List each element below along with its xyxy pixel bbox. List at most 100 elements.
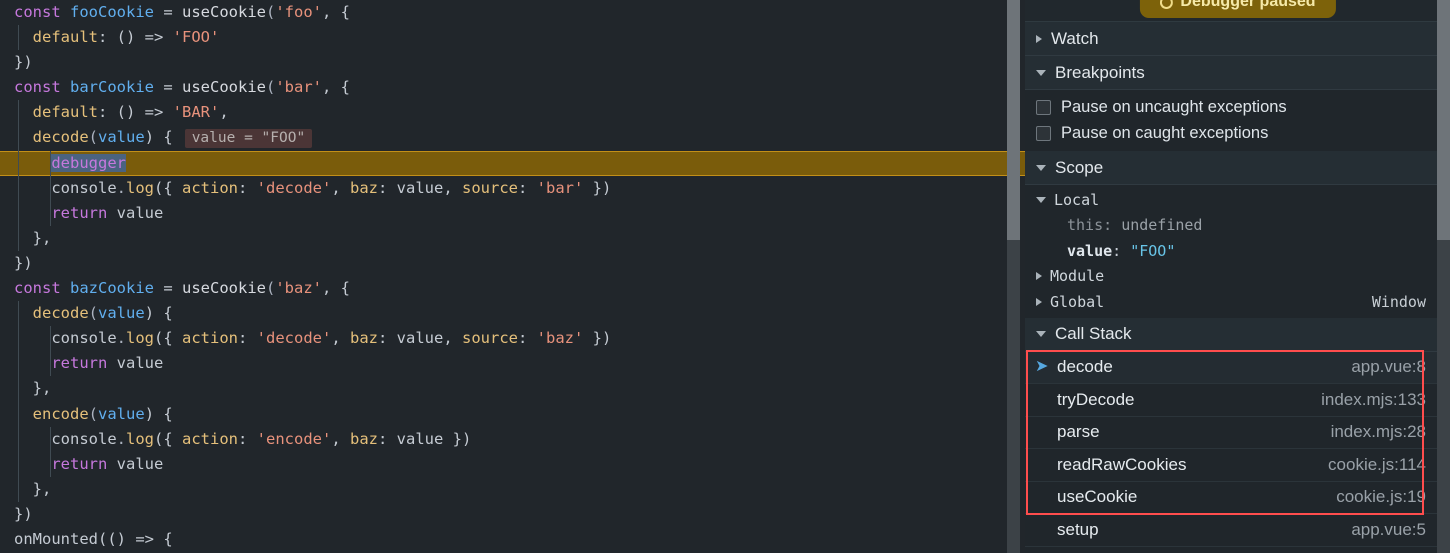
code-line[interactable]: console.log({ action: 'encode', baz: val…: [0, 426, 1025, 452]
code-token: const: [14, 3, 70, 21]
code-line[interactable]: },: [0, 476, 1025, 502]
code-token: encode: [32, 404, 89, 423]
debugger-paused-label: Debugger paused: [1180, 0, 1316, 10]
code-token: }): [14, 253, 33, 272]
code-token: }): [583, 178, 612, 197]
call-stack-frame-name: readRawCookies: [1057, 454, 1187, 474]
code-line[interactable]: encode(value) {: [0, 401, 1025, 427]
checkbox-caught-exceptions[interactable]: [1036, 125, 1051, 141]
scope-prop-value[interactable]: value : "FOO": [1025, 238, 1450, 264]
call-stack-frame[interactable]: useCookie cookie.js:19: [1025, 482, 1450, 514]
code-token: return: [51, 203, 108, 222]
chevron-down-icon: [1036, 331, 1046, 337]
code-token: 'encode': [256, 429, 332, 448]
indent-guide: [18, 200, 19, 226]
code-line[interactable]: return value: [0, 200, 1025, 226]
code-line[interactable]: return value: [0, 451, 1025, 477]
code-line[interactable]: },: [0, 225, 1025, 251]
code-line[interactable]: decode(value) {: [0, 301, 1025, 327]
code-line[interactable]: decode(value) {value = "FOO": [0, 125, 1025, 151]
code-line-paused[interactable]: debugger: [0, 150, 1025, 176]
code-token: =: [154, 279, 182, 298]
code-token: 'baz': [275, 279, 323, 298]
scope-group-local[interactable]: Local: [1025, 187, 1450, 213]
indent-guide: [18, 175, 19, 201]
indent-guide: [50, 150, 51, 176]
editor-vertical-scrollbar-thumb[interactable]: [1007, 0, 1020, 240]
call-stack-frame[interactable]: readRawCookies cookie.js:114: [1025, 449, 1450, 482]
code-line[interactable]: console.log({ action: 'decode', baz: val…: [0, 175, 1025, 201]
indent-guide: [18, 150, 19, 176]
inline-value-hint: value = "FOO": [184, 129, 313, 149]
code-line[interactable]: const fooCookie = useCookie('foo', {: [0, 0, 1025, 25]
scope-prop-value: "FOO": [1130, 241, 1176, 260]
breakpoint-option-caught[interactable]: Pause on caught exceptions: [1025, 120, 1450, 146]
breakpoint-option-uncaught[interactable]: Pause on uncaught exceptions: [1025, 94, 1450, 120]
indent-guide: [18, 25, 19, 51]
code-token: (: [266, 78, 276, 97]
section-header-watch[interactable]: Watch: [1025, 22, 1450, 56]
code-editor-pane[interactable]: const fooCookie = useCookie('foo', { def…: [0, 0, 1025, 553]
section-header-scope[interactable]: Scope: [1025, 151, 1450, 185]
debugger-sidebar: Debugger paused Watch Breakpoints Pause …: [1025, 0, 1450, 553]
debugger-paused-badge: Debugger paused: [1139, 0, 1336, 18]
code-token: 'BAR': [172, 103, 220, 122]
code-token: =: [154, 3, 182, 21]
code-line[interactable]: },: [0, 376, 1025, 402]
code-token: ) {: [144, 128, 173, 147]
scope-list: Local this : undefined value : "FOO" Mod…: [1025, 185, 1450, 318]
source-code[interactable]: const fooCookie = useCookie('foo', { def…: [0, 0, 1025, 552]
code-token: : value }): [378, 429, 472, 448]
code-line[interactable]: }): [0, 251, 1025, 276]
code-token: (: [88, 304, 99, 323]
code-token: value: [107, 454, 164, 473]
scope-group-global[interactable]: Global Window: [1025, 289, 1450, 315]
indent-guide: [18, 225, 19, 251]
code-line[interactable]: }): [0, 502, 1025, 527]
indent-guide: [50, 326, 51, 352]
indent-guide: [50, 351, 51, 377]
breakpoint-option-label: Pause on uncaught exceptions: [1061, 97, 1287, 116]
code-line[interactable]: onMounted(() => {: [0, 527, 1025, 552]
code-token: (: [88, 404, 99, 423]
section-label-watch: Watch: [1051, 28, 1099, 48]
code-token: .: [116, 429, 126, 448]
devtools-debugger-window: const fooCookie = useCookie('foo', { def…: [0, 0, 1450, 553]
code-line[interactable]: console.log({ action: 'decode', baz: val…: [0, 326, 1025, 352]
call-stack-frame-location: cookie.js:114: [1328, 454, 1426, 474]
chevron-right-icon: [1036, 297, 1042, 306]
scope-group-label: Module: [1050, 267, 1105, 286]
scope-group-module[interactable]: Module: [1025, 264, 1450, 290]
code-line[interactable]: return value: [0, 351, 1025, 377]
code-token: =: [154, 78, 182, 97]
code-token: value: [107, 203, 164, 222]
scope-prop-this[interactable]: this : undefined: [1025, 213, 1450, 239]
call-stack-frame[interactable]: tryDecode index.mjs:133: [1025, 384, 1450, 417]
code-token: }): [583, 329, 612, 348]
indent-guide: [18, 376, 19, 402]
sidebar-vertical-scrollbar-thumb[interactable]: [1437, 0, 1450, 240]
editor-vertical-scrollbar-track[interactable]: [1007, 0, 1020, 553]
checkbox-uncaught-exceptions[interactable]: [1036, 99, 1051, 115]
code-line[interactable]: const bazCookie = useCookie('baz', {: [0, 276, 1025, 301]
sidebar-vertical-scrollbar-track[interactable]: [1437, 0, 1450, 553]
section-header-call-stack[interactable]: Call Stack: [1025, 317, 1450, 352]
code-line[interactable]: default: () => 'FOO': [0, 25, 1025, 51]
call-stack-frame[interactable]: setup app.vue:5: [1025, 514, 1450, 547]
code-token: action: [182, 178, 238, 197]
code-line[interactable]: }): [0, 50, 1025, 75]
call-stack-frame-name: tryDecode: [1057, 389, 1135, 409]
section-header-breakpoints[interactable]: Breakpoints: [1025, 56, 1450, 90]
code-token: (() => {: [98, 529, 173, 548]
indent-guide: [18, 125, 19, 151]
code-token: 'decode': [256, 178, 332, 197]
call-stack-list: ➤ decode app.vue:8 tryDecode index.mjs:133 pa…: [1025, 351, 1450, 547]
code-line[interactable]: default: () => 'BAR',: [0, 100, 1025, 126]
call-stack-frame[interactable]: ➤ decode app.vue:8: [1025, 351, 1450, 384]
code-token: 'foo': [275, 3, 323, 21]
code-line[interactable]: const barCookie = useCookie('bar', {: [0, 75, 1025, 100]
call-stack-frame[interactable]: parse index.mjs:28: [1025, 417, 1450, 449]
